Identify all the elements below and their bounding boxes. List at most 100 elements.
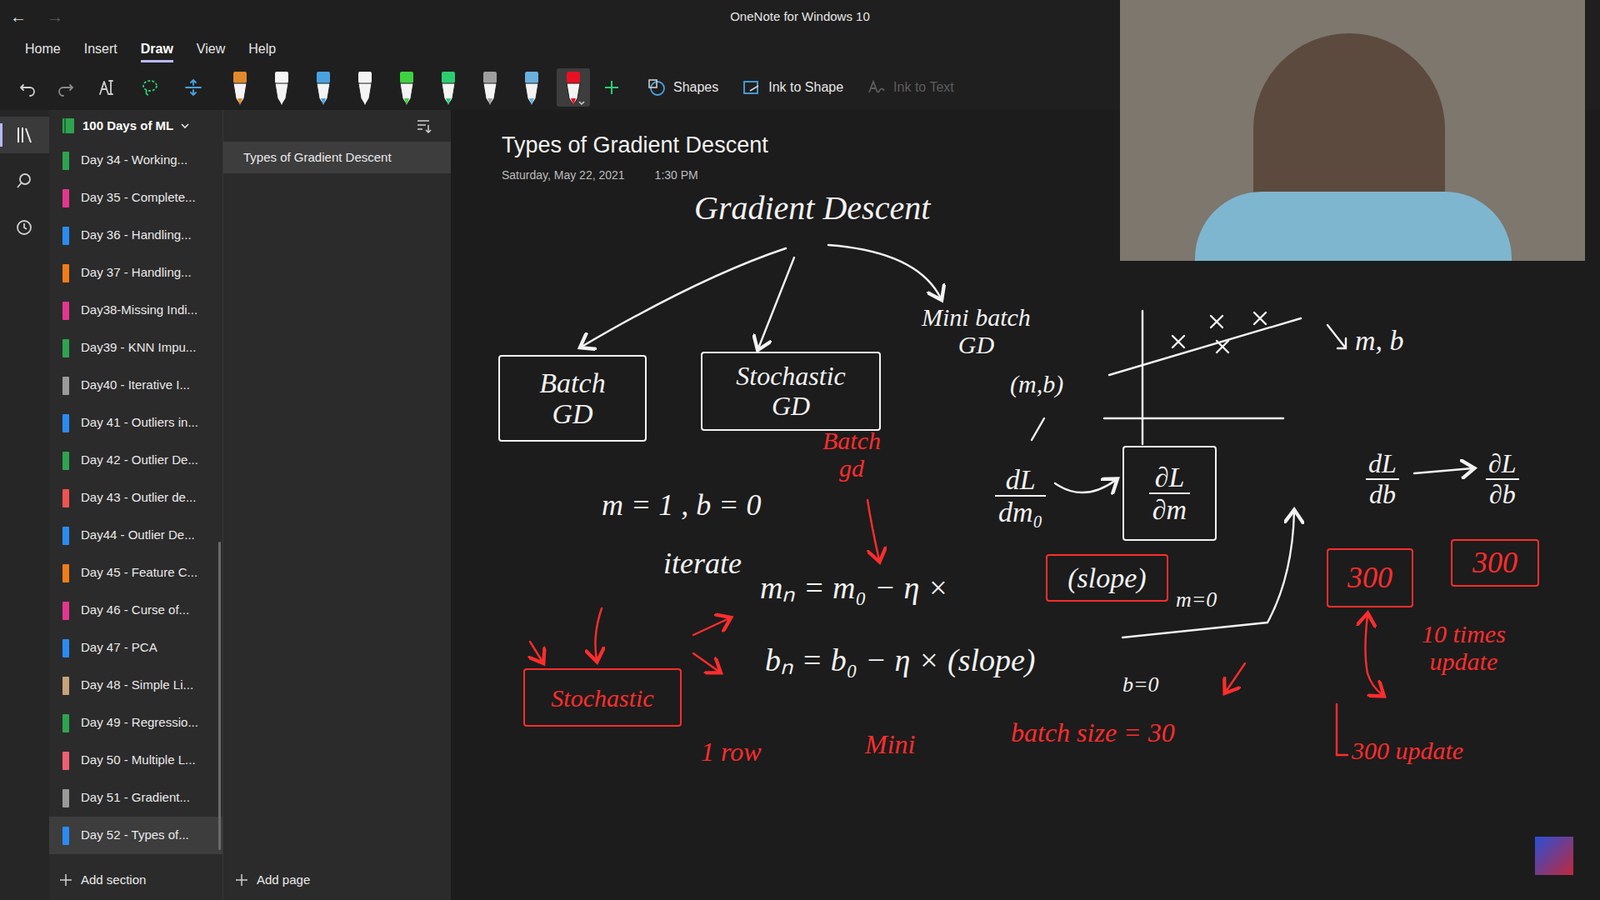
ink-line: GD — [551, 398, 593, 430]
shapes-label[interactable]: Shapes — [673, 77, 719, 98]
pen-icon[interactable] — [390, 68, 424, 107]
pen-color — [394, 70, 420, 107]
section-item[interactable]: Day 41 - Outliers in... — [49, 404, 223, 442]
menu-tab-label[interactable]: Insert — [84, 39, 118, 60]
undo-icon[interactable] — [11, 70, 44, 105]
menu-tab-label[interactable]: Help — [248, 39, 276, 60]
section-label[interactable]: Day 47 - PCA — [80, 638, 158, 658]
section-item[interactable]: Day39 - KNN Impu... — [49, 329, 223, 367]
numerator: dL — [1002, 464, 1040, 495]
page-label[interactable]: Types of Gradient Descent — [243, 148, 392, 168]
ink-to-shape-label[interactable]: Ink to Shape — [768, 77, 844, 98]
ink-line: Stochastic — [735, 361, 846, 391]
pen-icon[interactable] — [556, 68, 590, 107]
numerator: ∂L — [1151, 461, 1189, 493]
section-label[interactable]: Day 48 - Simple Li... — [80, 675, 194, 695]
add-page-button[interactable]: Add page — [223, 860, 451, 900]
section-label[interactable]: Day 42 - Outlier De... — [80, 450, 199, 470]
notebook-picker[interactable]: 100 Days of ML — [49, 110, 223, 142]
section-item[interactable]: Day 48 - Simple Li... — [49, 666, 223, 705]
section-label[interactable]: Day 45 - Feature C... — [80, 563, 198, 583]
section-label[interactable]: Day 50 - Multiple L... — [80, 750, 196, 770]
ink-line: 1 row — [700, 737, 762, 767]
menu-tab[interactable]: View — [188, 33, 234, 65]
section-color-tab — [62, 751, 70, 770]
section-item[interactable]: Day 45 - Feature C... — [49, 554, 223, 592]
section-item[interactable]: Day 52 - Types of... — [49, 816, 223, 855]
recent-icon[interactable] — [0, 210, 50, 247]
pen-icon[interactable] — [515, 68, 549, 107]
select-text-icon[interactable] — [88, 70, 125, 105]
pages-header — [223, 110, 451, 142]
chevron-down-icon[interactable] — [180, 120, 190, 131]
add-pen-icon[interactable] — [596, 70, 627, 105]
section-label[interactable]: Day 52 - Types of... — [80, 825, 190, 845]
page-item[interactable]: Types of Gradient Descent — [223, 141, 451, 174]
pen-icon[interactable] — [223, 68, 257, 107]
section-item[interactable]: Day 36 - Handling... — [49, 216, 223, 255]
section-item[interactable]: Day 49 - Regressio... — [49, 704, 223, 742]
section-item[interactable]: Day 47 - PCA — [49, 629, 223, 667]
notebooks-icon[interactable] — [0, 116, 50, 154]
pen-color — [477, 70, 503, 107]
pen-icon[interactable] — [306, 68, 340, 107]
section-label[interactable]: Day 49 - Regressio... — [80, 713, 199, 733]
section-item[interactable]: Day 35 - Complete... — [49, 179, 223, 217]
ink-text: iterate — [663, 547, 742, 581]
section-label[interactable]: Day38-Missing Indi... — [80, 300, 198, 320]
section-item[interactable]: Day40 - Iterative I... — [49, 366, 223, 405]
section-label[interactable]: Day 37 - Handling... — [80, 263, 192, 283]
menu-tab[interactable]: Draw — [132, 33, 182, 65]
menu-tab-label[interactable]: Draw — [140, 39, 174, 60]
section-label[interactable]: Day 36 - Handling... — [80, 225, 192, 245]
section-label[interactable]: Day 41 - Outliers in... — [80, 413, 199, 433]
section-item[interactable]: Day 42 - Outlier De... — [49, 441, 223, 480]
section-label[interactable]: Day 43 - Outlier de... — [80, 488, 196, 508]
section-item[interactable]: Day 51 - Gradient... — [49, 779, 223, 817]
add-section-label[interactable]: Add section — [80, 870, 146, 890]
pen-icon[interactable] — [473, 68, 507, 107]
pen-icon[interactable] — [348, 68, 382, 107]
section-label[interactable]: Day 35 - Complete... — [80, 188, 196, 208]
pen-icon[interactable] — [431, 68, 465, 107]
section-item[interactable]: Day 37 - Handling... — [49, 254, 223, 292]
section-item[interactable]: Day 43 - Outlier de... — [49, 479, 223, 517]
fraction: ∂L∂b — [1485, 449, 1520, 510]
ink-to-shape-button[interactable]: Ink to Shape — [733, 77, 852, 98]
shapes-button[interactable]: Shapes — [638, 77, 727, 98]
back-button[interactable]: ← — [0, 0, 37, 34]
notebook-name[interactable]: 100 Days of ML — [82, 116, 174, 136]
menu-tab[interactable]: Home — [16, 33, 70, 65]
add-section-button[interactable]: Add section — [49, 860, 223, 900]
add-space-icon[interactable] — [175, 70, 212, 105]
pen-icon[interactable] — [265, 68, 299, 107]
section-item[interactable]: Day44 - Outlier De... — [49, 516, 223, 555]
page-date: Saturday, May 22, 2021 — [501, 166, 625, 185]
section-label[interactable]: Day44 - Outlier De... — [80, 525, 195, 545]
ink-text: 1 row — [700, 737, 762, 767]
section-list: Day 34 - Working... Day 35 - Complete... D… — [49, 141, 223, 860]
add-page-label[interactable]: Add page — [256, 870, 310, 890]
section-color-tab — [62, 601, 70, 620]
redo-icon[interactable] — [50, 70, 82, 105]
menu-tab-label[interactable]: View — [196, 39, 225, 60]
section-label[interactable]: Day39 - KNN Impu... — [80, 338, 196, 358]
section-item[interactable]: Day38-Missing Indi... — [49, 291, 223, 330]
section-label[interactable]: Day 34 - Working... — [80, 150, 188, 170]
search-icon[interactable] — [0, 163, 50, 200]
section-item[interactable]: Day 50 - Multiple L... — [49, 741, 223, 780]
section-label[interactable]: Day 46 - Curse of... — [80, 600, 190, 620]
rail-indicator — [0, 123, 3, 147]
sort-icon[interactable] — [415, 117, 433, 135]
lasso-icon[interactable] — [131, 70, 169, 105]
section-item[interactable]: Day 34 - Working... — [49, 141, 223, 180]
ink-line: Batch — [822, 426, 881, 455]
section-item[interactable]: Day 46 - Curse of... — [49, 591, 223, 630]
menu-tab[interactable]: Insert — [75, 33, 126, 65]
section-label[interactable]: Day 51 - Gradient... — [80, 788, 190, 808]
menu-tab[interactable]: Help — [240, 33, 285, 65]
menu-tab-label[interactable]: Home — [25, 39, 61, 60]
section-label[interactable]: Day40 - Iterative I... — [80, 375, 190, 395]
section-color-tab — [62, 151, 70, 170]
pen-gallery — [223, 68, 590, 107]
